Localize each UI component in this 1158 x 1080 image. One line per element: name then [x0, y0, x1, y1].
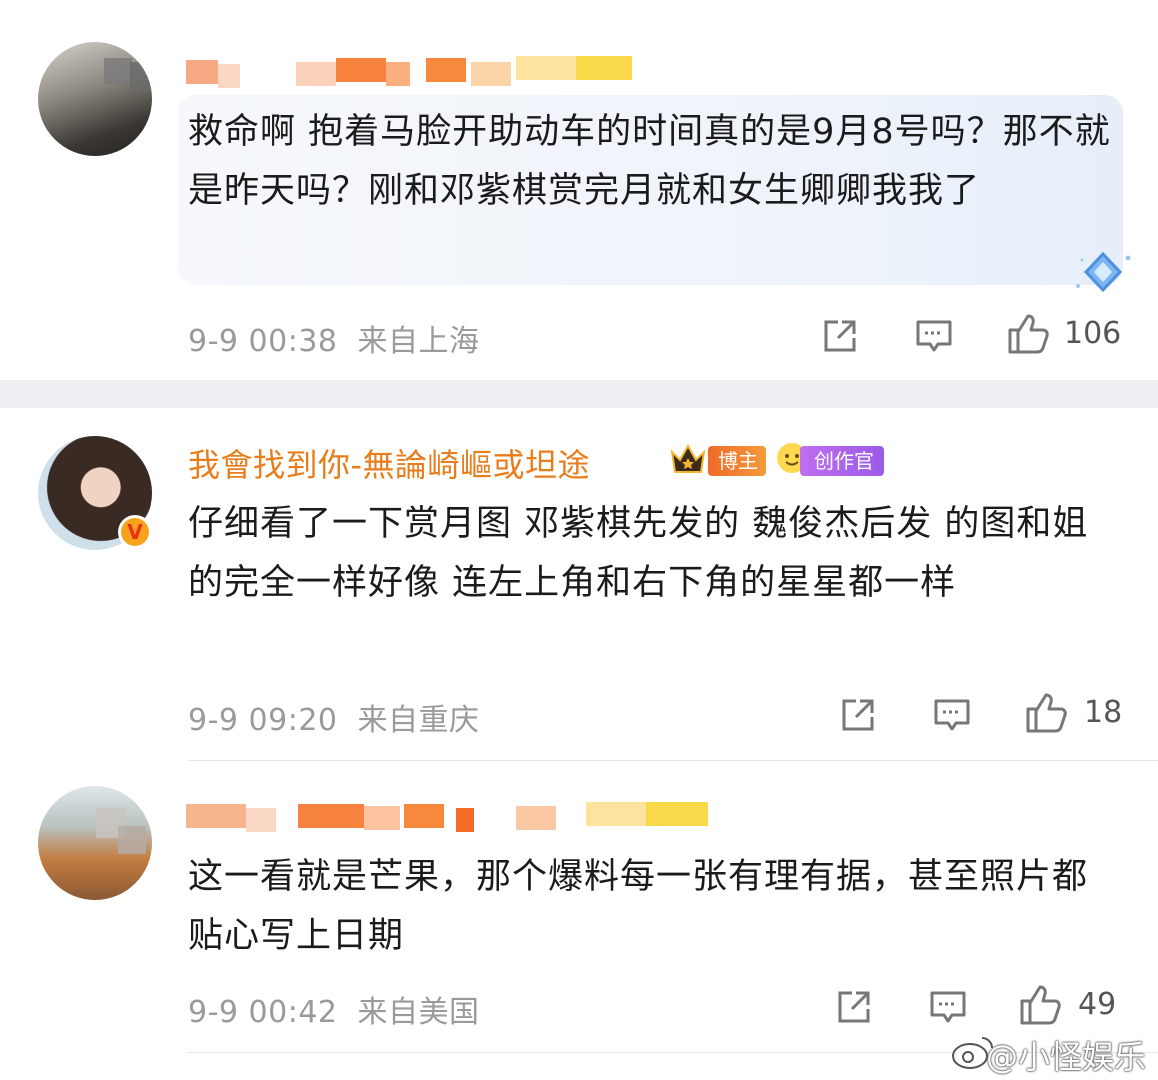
- username-redacted[interactable]: [186, 50, 636, 88]
- comment-icon[interactable]: [932, 695, 972, 735]
- blogger-tag: 博主: [708, 446, 766, 476]
- thumbs-up-icon[interactable]: [1006, 312, 1050, 356]
- watermark: @小怪娱乐: [985, 1038, 1146, 1076]
- comment-location: 来自重庆: [357, 703, 480, 738]
- comment-feed: 救命啊 抱着马脸开助动车的时间真的是9月8号吗？那不就是昨天吗？刚和邓紫棋赏完月…: [0, 0, 1158, 1080]
- comment-location: 来自美国: [357, 995, 480, 1030]
- like-count: 49: [1078, 987, 1117, 1022]
- section-divider: [0, 380, 1158, 408]
- comment-icon[interactable]: [928, 987, 968, 1027]
- avatar[interactable]: [38, 786, 152, 900]
- share-icon[interactable]: [834, 987, 874, 1027]
- comment-text: 救命啊 抱着马脸开助动车的时间真的是9月8号吗？那不就是昨天吗？刚和邓紫棋赏完月…: [188, 112, 1111, 211]
- avatar[interactable]: [38, 42, 152, 156]
- like-count: 106: [1064, 316, 1122, 351]
- crown-icon: [670, 443, 706, 473]
- gem-icon: [1076, 251, 1131, 293]
- comment-meta: 9-9 00:38 来自上海: [188, 316, 480, 360]
- comment-time: 9-9 00:38: [188, 324, 338, 359]
- creator-tag: 创作官: [800, 446, 884, 476]
- share-icon[interactable]: [820, 316, 860, 356]
- thumbs-up-icon[interactable]: [1018, 983, 1062, 1027]
- comment-location: 来自上海: [357, 324, 480, 359]
- share-icon[interactable]: [838, 695, 878, 735]
- like-count: 18: [1084, 695, 1123, 730]
- comment-meta: 9-9 00:42 来自美国: [188, 987, 480, 1031]
- comment-icon[interactable]: [914, 316, 954, 356]
- comment-meta: 9-9 09:20 来自重庆: [188, 695, 480, 739]
- comment-time: 9-9 09:20: [188, 703, 338, 738]
- username-redacted[interactable]: [186, 798, 716, 832]
- comment-text: 仔细看了一下赏月图 邓紫棋先发的 魏俊杰后发 的图和姐的完全一样好像 连左上角和…: [188, 504, 1089, 603]
- username[interactable]: 我會找到你-無論崎嶇或坦途: [188, 440, 590, 486]
- verified-badge: V: [118, 515, 152, 549]
- comment-text: 这一看就是芒果，那个爆料每一张有理有据，甚至照片都贴心写上日期: [188, 857, 1089, 956]
- thumbs-up-icon[interactable]: [1024, 691, 1068, 735]
- comment-time: 9-9 00:42: [188, 995, 338, 1030]
